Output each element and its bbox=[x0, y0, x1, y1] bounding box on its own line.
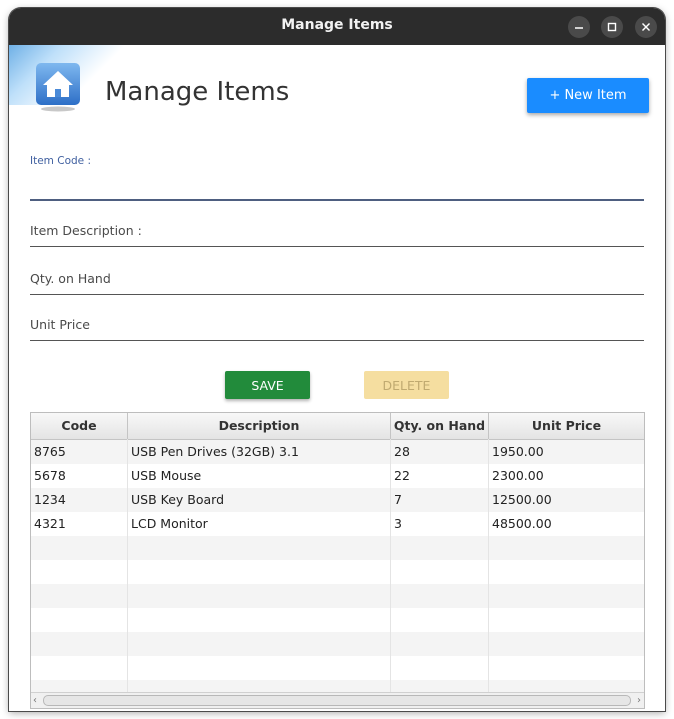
window-title: Manage Items bbox=[281, 17, 393, 33]
minimize-button[interactable] bbox=[568, 16, 590, 38]
column-divider bbox=[390, 439, 391, 692]
empty-row bbox=[31, 608, 644, 632]
cell-code: 8765 bbox=[34, 444, 66, 459]
cell-unit-price: 2300.00 bbox=[492, 468, 544, 483]
cell-qty: 3 bbox=[394, 516, 402, 531]
maximize-button[interactable] bbox=[601, 16, 623, 38]
cell-description: USB Key Board bbox=[131, 492, 225, 507]
item-code-underline bbox=[30, 199, 644, 201]
close-button[interactable] bbox=[635, 16, 657, 38]
item-code-field[interactable]: Item Code : bbox=[30, 155, 644, 201]
cell-qty: 22 bbox=[394, 468, 410, 483]
chevron-left-icon[interactable]: ‹ bbox=[33, 695, 37, 706]
chevron-right-icon[interactable]: › bbox=[637, 695, 641, 706]
cell-qty: 28 bbox=[394, 444, 410, 459]
titlebar: Manage Items bbox=[9, 8, 665, 45]
column-divider bbox=[127, 439, 128, 692]
column-header-code[interactable]: Code bbox=[31, 413, 128, 439]
cell-code: 1234 bbox=[34, 492, 66, 507]
empty-row bbox=[31, 656, 644, 680]
item-description-field[interactable]: Item Description : bbox=[30, 223, 644, 247]
cell-unit-price: 48500.00 bbox=[492, 516, 552, 531]
cell-description: LCD Monitor bbox=[131, 516, 208, 531]
empty-row bbox=[31, 560, 644, 584]
empty-row bbox=[31, 632, 644, 656]
empty-row bbox=[31, 584, 644, 608]
qty-on-hand-underline bbox=[30, 294, 644, 295]
column-header-unit-price[interactable]: Unit Price bbox=[489, 413, 644, 439]
table-row[interactable]: 8765 USB Pen Drives (32GB) 3.1 28 1950.0… bbox=[31, 440, 644, 464]
app-window: Manage Items Manage Items + New Item Ite… bbox=[9, 8, 665, 711]
delete-button[interactable]: DELETE bbox=[364, 371, 449, 399]
cell-code: 5678 bbox=[34, 468, 66, 483]
close-icon bbox=[642, 23, 650, 31]
cell-code: 4321 bbox=[34, 516, 66, 531]
unit-price-label: Unit Price bbox=[30, 317, 90, 332]
table-row[interactable]: 1234 USB Key Board 7 12500.00 bbox=[31, 488, 644, 512]
column-header-description[interactable]: Description bbox=[128, 413, 391, 439]
new-item-button[interactable]: + New Item bbox=[527, 78, 649, 113]
column-divider bbox=[488, 439, 489, 692]
column-header-qty[interactable]: Qty. on Hand bbox=[391, 413, 489, 439]
page-title: Manage Items bbox=[105, 77, 290, 107]
item-description-underline bbox=[30, 246, 644, 247]
item-code-label: Item Code : bbox=[30, 155, 91, 167]
table-row[interactable]: 4321 LCD Monitor 3 48500.00 bbox=[31, 512, 644, 536]
cell-description: USB Pen Drives (32GB) 3.1 bbox=[131, 444, 299, 459]
unit-price-field[interactable]: Unit Price bbox=[30, 317, 644, 341]
maximize-icon bbox=[607, 22, 617, 32]
scrollbar-thumb[interactable] bbox=[43, 695, 631, 706]
minimize-icon bbox=[575, 27, 583, 29]
qty-on-hand-label: Qty. on Hand bbox=[30, 271, 111, 286]
cell-qty: 7 bbox=[394, 492, 402, 507]
horizontal-scrollbar[interactable]: ‹ › bbox=[31, 692, 644, 708]
cell-description: USB Mouse bbox=[131, 468, 202, 483]
item-description-label: Item Description : bbox=[30, 223, 142, 238]
save-button[interactable]: SAVE bbox=[225, 371, 310, 399]
table-header: Code Description Qty. on Hand Unit Price bbox=[31, 413, 644, 440]
items-table[interactable]: Code Description Qty. on Hand Unit Price… bbox=[30, 412, 645, 709]
content: Manage Items + New Item Item Code : Item… bbox=[9, 45, 665, 711]
cell-unit-price: 1950.00 bbox=[492, 444, 544, 459]
empty-row bbox=[31, 536, 644, 560]
home-icon bbox=[36, 63, 80, 112]
qty-on-hand-field[interactable]: Qty. on Hand bbox=[30, 271, 644, 295]
cell-unit-price: 12500.00 bbox=[492, 492, 552, 507]
table-row[interactable]: 5678 USB Mouse 22 2300.00 bbox=[31, 464, 644, 488]
unit-price-underline bbox=[30, 340, 644, 341]
